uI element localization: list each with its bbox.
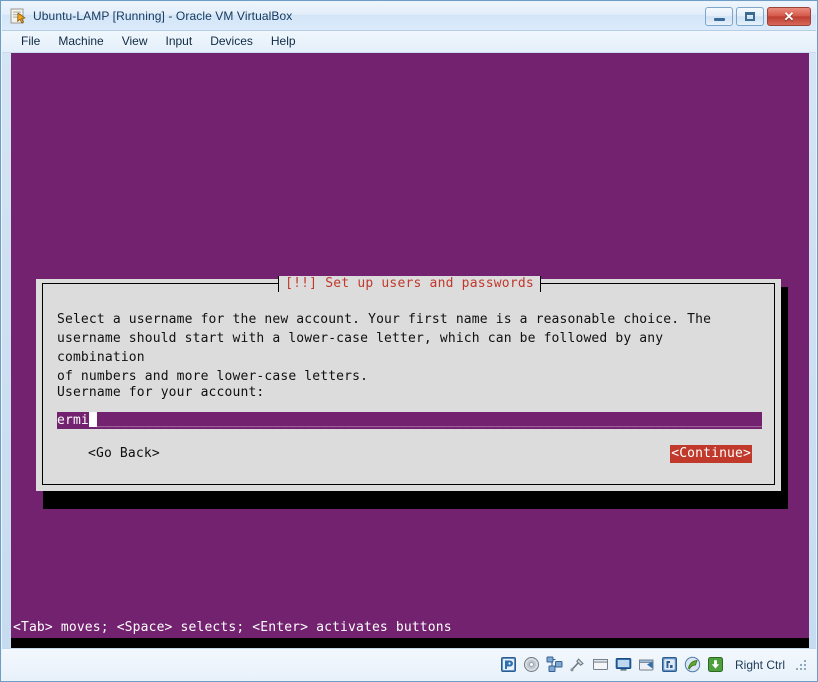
username-prompt-label: Username for your account: [57,385,265,400]
hard-disk-icon[interactable] [500,656,517,673]
menu-input[interactable]: Input [157,32,202,51]
window-title: Ubuntu-LAMP [Running] - Oracle VM Virtua… [33,9,293,23]
minimize-button[interactable] [705,6,733,26]
dialog-description: Select a username for the new account. Y… [57,312,712,384]
username-input-fill: ________________________________________… [96,413,762,428]
dialog-inner-frame: [!!] Set up users and passwords Select a… [42,276,776,485]
menu-bar: File Machine View Input Devices Help [2,31,816,53]
go-back-button[interactable]: <Go Back> [88,444,160,464]
username-input[interactable]: ermi ____________________________________… [57,412,762,429]
maximize-button[interactable] [736,6,764,26]
dialog-title-row: [!!] Set up users and passwords [43,276,776,292]
menu-file[interactable]: File [12,32,49,51]
title-bar[interactable]: Ubuntu-LAMP [Running] - Oracle VM Virtua… [2,2,816,31]
continue-button[interactable]: <Continue> [670,445,752,463]
menu-help[interactable]: Help [262,32,305,51]
virtualbox-window: Ubuntu-LAMP [Running] - Oracle VM Virtua… [0,0,818,682]
guest-bottom-strip [11,638,809,648]
resize-grip[interactable] [795,658,808,671]
shared-folders-icon[interactable] [592,656,609,673]
guest-screen[interactable]: [!!] Set up users and passwords Select a… [11,53,809,648]
menu-devices[interactable]: Devices [201,32,262,51]
network-icon[interactable] [546,656,563,673]
mouse-integration-icon[interactable] [707,656,724,673]
keyboard-help-line: <Tab> moves; <Space> selects; <Enter> ac… [13,620,452,635]
menu-view[interactable]: View [113,32,157,51]
guest-additions-icon[interactable] [684,656,701,673]
menu-machine[interactable]: Machine [49,32,112,51]
username-input-value: ermi [57,413,89,428]
host-key-label: Right Ctrl [734,657,785,672]
display-icon[interactable] [615,656,632,673]
dialog-title: [!!] Set up users and passwords [278,276,541,292]
remote-desktop-icon[interactable] [661,656,678,673]
minimize-icon [713,18,725,21]
installer-dialog: [!!] Set up users and passwords Select a… [36,276,781,491]
close-button[interactable]: ✕ [767,6,811,26]
optical-drive-icon[interactable] [523,656,540,673]
virtualbox-vm-icon [9,7,27,25]
dialog-button-row: <Go Back> <Continue> [43,444,776,464]
text-cursor [88,412,97,427]
close-icon: ✕ [783,8,795,24]
maximize-icon [745,11,755,21]
usb-icon[interactable] [569,656,586,673]
video-capture-icon[interactable] [638,656,655,673]
status-bar: Right Ctrl [2,648,816,680]
